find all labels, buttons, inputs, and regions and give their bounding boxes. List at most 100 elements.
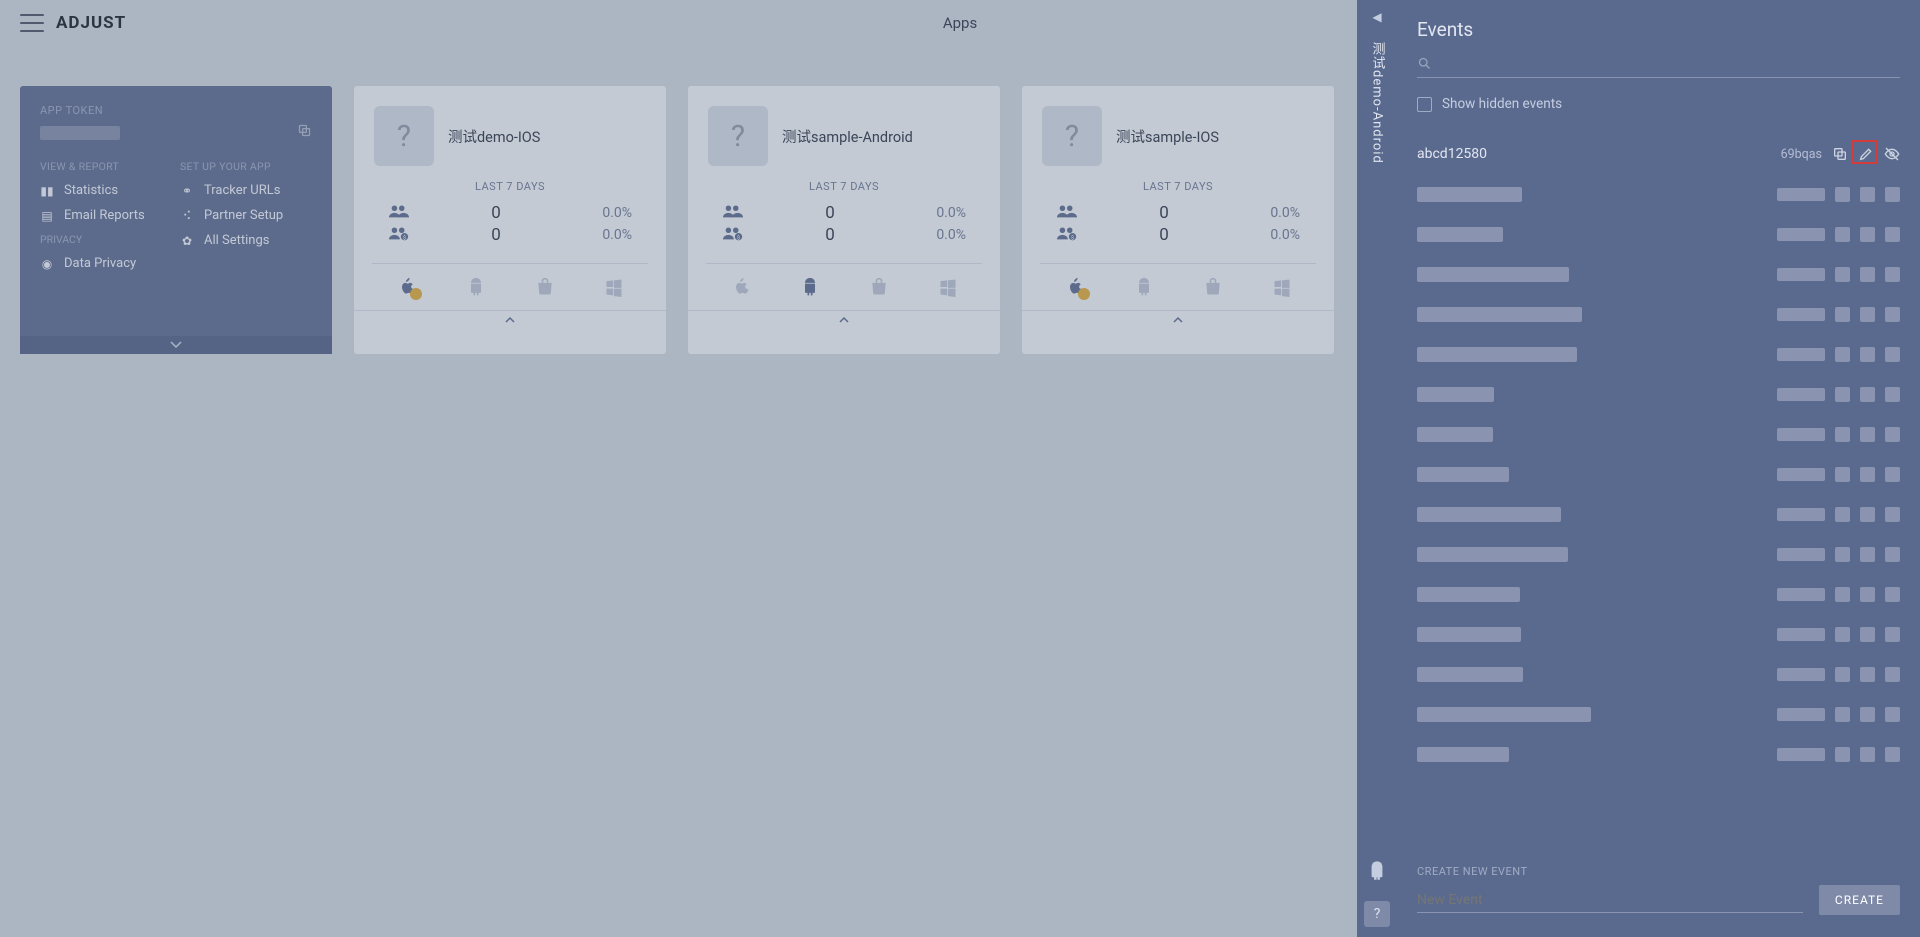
action-redacted (1835, 667, 1850, 682)
event-row[interactable] (1417, 254, 1900, 294)
revenue-icon: $ (722, 225, 748, 245)
copy-icon[interactable] (1832, 146, 1848, 162)
event-row[interactable] (1417, 414, 1900, 454)
logo: ADJUST (56, 13, 126, 33)
event-token-redacted (1777, 388, 1825, 401)
menu-statistics[interactable]: ▮▮Statistics (40, 183, 172, 198)
event-name-redacted (1417, 427, 1493, 442)
setup-heading: SET UP YOUR APP (180, 160, 312, 173)
event-row[interactable] (1417, 494, 1900, 534)
windows-platform-icon (937, 276, 959, 298)
expand-card-button[interactable] (688, 310, 1000, 328)
revenue-value: 0 (414, 225, 578, 245)
event-row[interactable] (1417, 734, 1900, 774)
event-token-redacted (1777, 268, 1825, 281)
action-redacted (1835, 467, 1850, 482)
installs-pct: 0.0% (1246, 205, 1300, 221)
event-row[interactable] (1417, 534, 1900, 574)
menu-data-privacy[interactable]: ◉Data Privacy (40, 256, 172, 271)
app-token-value (40, 126, 120, 140)
action-redacted (1835, 227, 1850, 242)
installs-icon (1056, 203, 1082, 223)
events-panel: Events Show hidden events abcd12580 69bq… (1397, 0, 1920, 937)
event-row[interactable] (1417, 294, 1900, 334)
menu-email-reports[interactable]: ▤Email Reports (40, 208, 172, 223)
event-row[interactable] (1417, 454, 1900, 494)
menu-toggle[interactable] (20, 14, 44, 32)
android-icon (1367, 861, 1387, 881)
action-redacted (1835, 547, 1850, 562)
android-platform-icon (799, 276, 821, 298)
apple-platform-icon (730, 276, 752, 298)
event-row[interactable] (1417, 374, 1900, 414)
expand-card-button[interactable] (354, 310, 666, 328)
event-row[interactable]: abcd12580 69bqas (1417, 134, 1900, 174)
action-redacted (1885, 707, 1900, 722)
menu-tracker-urls[interactable]: ⚭Tracker URLs (180, 183, 312, 198)
share-icon: ⠪ (180, 209, 194, 223)
view-report-heading: VIEW & REPORT (40, 160, 172, 173)
event-name-redacted (1417, 227, 1503, 242)
app-token-label: APP TOKEN (40, 104, 312, 117)
bar-chart-icon: ▮▮ (40, 184, 54, 198)
events-collapse-tab: ◀ 测试demo-Android ? (1357, 0, 1397, 937)
app-icon-placeholder: ? (1042, 106, 1102, 166)
installs-pct: 0.0% (912, 205, 966, 221)
action-redacted (1885, 427, 1900, 442)
android-platform-icon (1133, 276, 1155, 298)
windows-platform-icon (603, 276, 625, 298)
expand-card-button[interactable] (1022, 310, 1334, 328)
apple-platform-icon (396, 276, 418, 298)
action-redacted (1835, 707, 1850, 722)
new-event-input[interactable] (1417, 888, 1803, 913)
events-search-input[interactable] (1440, 55, 1900, 71)
stats-period-label: LAST 7 DAYS (688, 180, 1000, 193)
action-redacted (1885, 667, 1900, 682)
action-redacted (1885, 387, 1900, 402)
menu-partner-setup[interactable]: ⠪Partner Setup (180, 208, 312, 223)
collapse-arrow-icon[interactable]: ◀ (1372, 10, 1381, 24)
event-row[interactable] (1417, 694, 1900, 734)
app-card[interactable]: ? 测试sample-Android LAST 7 DAYS 0 0.0% $ … (688, 86, 1000, 354)
warning-badge-icon (410, 288, 422, 300)
action-redacted (1860, 507, 1875, 522)
event-name-redacted (1417, 747, 1509, 762)
action-redacted (1860, 667, 1875, 682)
action-redacted (1885, 347, 1900, 362)
stats-period-label: LAST 7 DAYS (354, 180, 666, 193)
app-card[interactable]: ? 测试sample-IOS LAST 7 DAYS 0 0.0% $ 0 0.… (1022, 86, 1334, 354)
help-button[interactable]: ? (1364, 901, 1390, 927)
create-event-label: CREATE NEW EVENT (1417, 865, 1528, 878)
svg-text:$: $ (1071, 234, 1074, 241)
action-redacted (1885, 467, 1900, 482)
event-row[interactable] (1417, 574, 1900, 614)
create-event-button[interactable]: CREATE (1819, 885, 1900, 915)
copy-icon[interactable] (297, 123, 312, 142)
action-redacted (1860, 307, 1875, 322)
event-token-redacted (1777, 588, 1825, 601)
hide-icon[interactable] (1884, 146, 1900, 162)
events-search[interactable] (1417, 55, 1900, 78)
installs-value: 0 (414, 203, 578, 223)
event-row[interactable] (1417, 654, 1900, 694)
warning-badge-icon (1078, 288, 1090, 300)
action-redacted (1885, 627, 1900, 642)
action-redacted (1835, 427, 1850, 442)
document-icon: ▤ (40, 209, 54, 223)
action-redacted (1835, 627, 1850, 642)
action-redacted (1860, 427, 1875, 442)
event-row[interactable] (1417, 334, 1900, 374)
action-redacted (1835, 507, 1850, 522)
show-hidden-checkbox[interactable]: Show hidden events (1417, 96, 1900, 112)
action-redacted (1835, 747, 1850, 762)
menu-all-settings[interactable]: ✿All Settings (180, 233, 312, 248)
store-platform-icon (868, 276, 890, 298)
edit-icon[interactable] (1858, 146, 1874, 162)
event-name-redacted (1417, 307, 1582, 322)
collapse-card-button[interactable] (20, 336, 332, 354)
app-card[interactable]: ? 测试demo-IOS LAST 7 DAYS 0 0.0% $ 0 0.0% (354, 86, 666, 354)
event-row[interactable] (1417, 614, 1900, 654)
event-name-redacted (1417, 507, 1561, 522)
event-row[interactable] (1417, 214, 1900, 254)
event-row[interactable] (1417, 174, 1900, 214)
